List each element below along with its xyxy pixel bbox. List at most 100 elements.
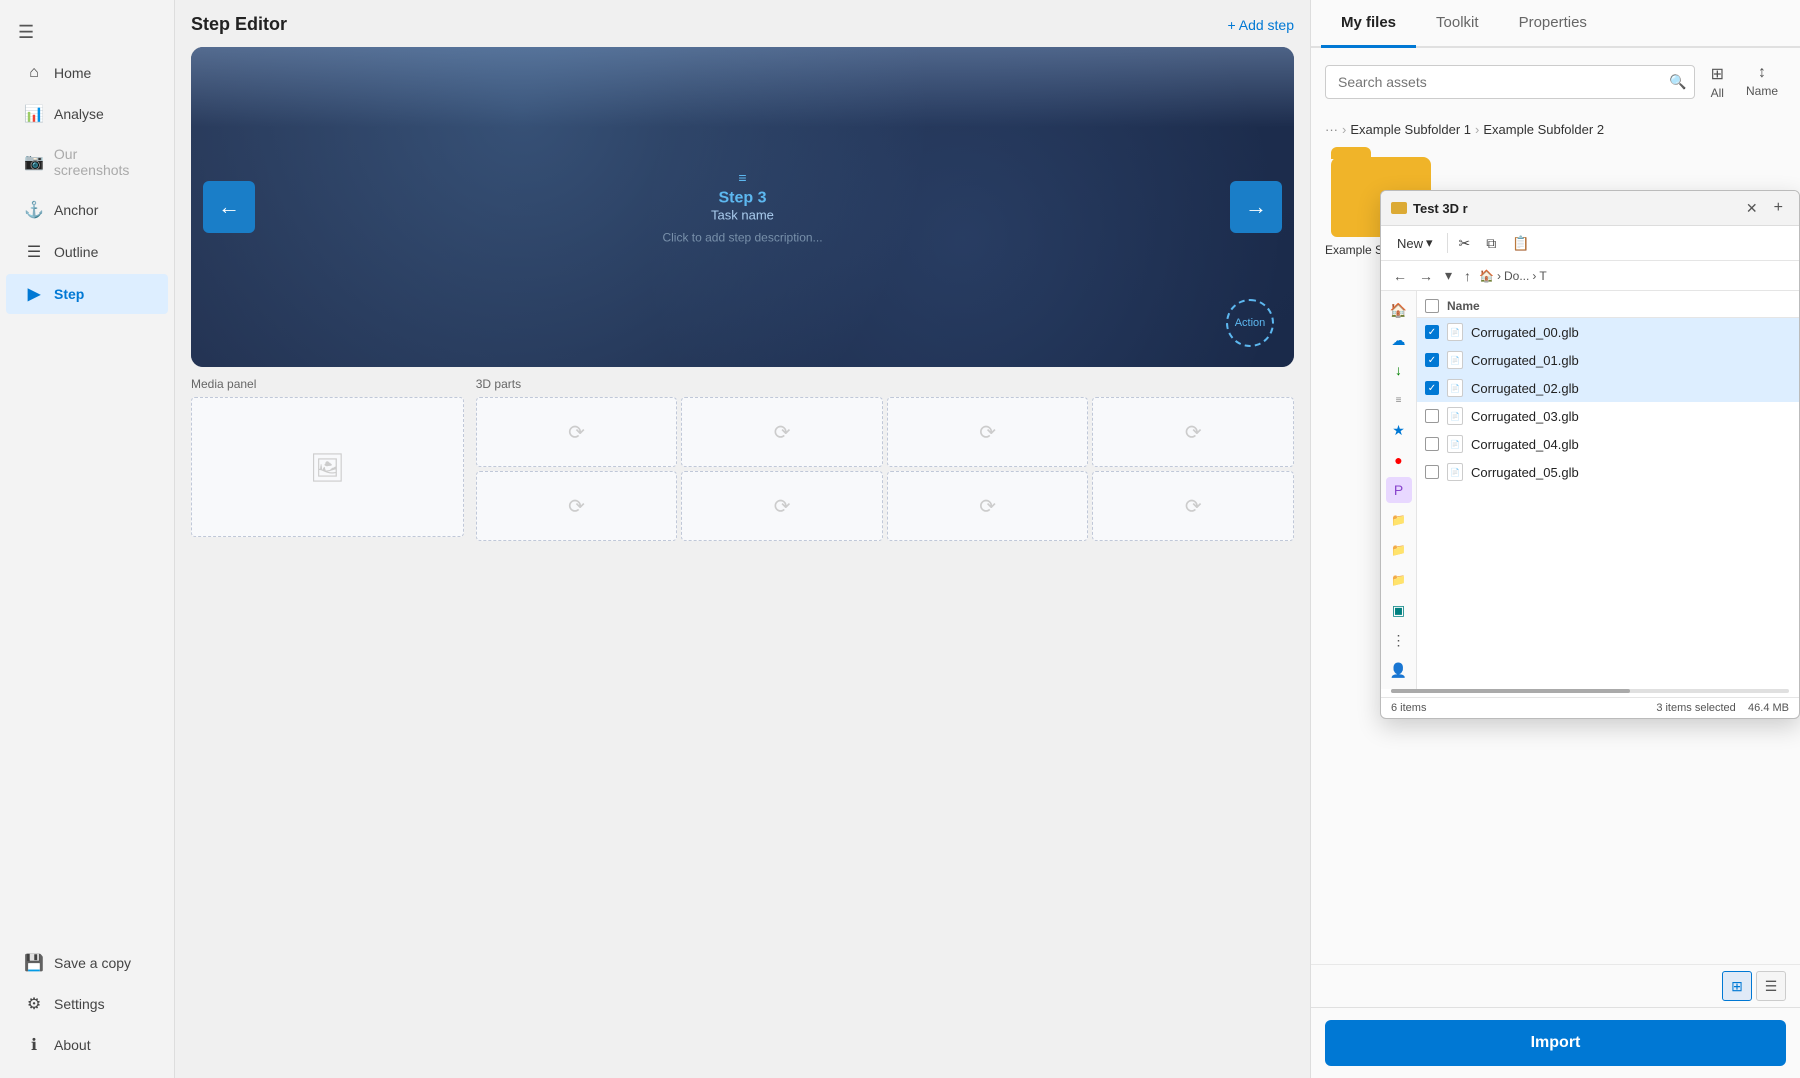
fe-file-checkbox-4[interactable] (1425, 437, 1439, 451)
sidebar-item-about[interactable]: ℹ About (6, 1025, 168, 1065)
fe-forward-button[interactable]: → (1415, 266, 1437, 286)
fe-paste-button[interactable]: 📋 (1507, 232, 1534, 255)
fe-path-part-0[interactable]: Do... (1504, 269, 1529, 283)
sidebar-item-outline[interactable]: ☰ Outline (6, 232, 168, 272)
fe-file-checkbox-2[interactable]: ✓ (1425, 381, 1439, 395)
sidebar-item-anchor[interactable]: ⚓ Anchor (6, 190, 168, 230)
sidebar-item-label: Outline (54, 244, 98, 260)
fe-sidebar-green-icon[interactable]: ↓ (1386, 357, 1412, 383)
parts-cell-7[interactable]: ⟳ (1092, 471, 1294, 541)
import-button[interactable]: Import (1325, 1020, 1786, 1066)
step-description[interactable]: Click to add step description... (662, 231, 822, 245)
fe-content: 🏠 ☁ ↓ ≡ ★ ● P 📁 📁 📁 ▣ ⋮ 👤 Name (1381, 291, 1799, 689)
fe-file-checkbox-0[interactable]: ✓ (1425, 325, 1439, 339)
next-step-button[interactable]: → (1230, 181, 1282, 233)
fe-cut-button[interactable]: ✂ (1454, 232, 1476, 255)
breadcrumb-item-1[interactable]: Example Subfolder 2 (1483, 122, 1604, 137)
fe-folder-icon (1391, 202, 1407, 214)
fe-dropdown-button[interactable]: ▾ (1441, 265, 1456, 286)
menu-icon[interactable]: ☰ (0, 12, 174, 53)
fe-name-col-header: Name (1447, 299, 1480, 313)
fe-file-row-0[interactable]: ✓ 📄 Corrugated_00.glb (1417, 318, 1799, 346)
fe-file-row-5[interactable]: 📄 Corrugated_05.glb (1417, 458, 1799, 486)
filter-all-button[interactable]: ⊞ All (1703, 60, 1732, 104)
sidebar-item-save-copy[interactable]: 💾 Save a copy (6, 943, 168, 983)
main-content: Step Editor + Add step ← → ≡ Step 3 (175, 0, 1310, 1078)
fe-sidebar-file-icon[interactable]: ≡ (1386, 387, 1412, 413)
fe-sidebar-yellow-folder-0[interactable]: 📁 (1386, 507, 1412, 533)
settings-icon: ⚙ (24, 994, 44, 1014)
fe-sidebar-cloud-icon[interactable]: ☁ (1386, 327, 1412, 353)
media-panel-label: Media panel (191, 377, 464, 391)
parts-cell-5[interactable]: ⟳ (681, 471, 883, 541)
breadcrumb-item-0[interactable]: Example Subfolder 1 (1350, 122, 1471, 137)
fe-scrollbar[interactable] (1391, 689, 1789, 693)
fe-select-all-checkbox[interactable] (1425, 299, 1439, 313)
analyse-icon: 📊 (24, 104, 44, 124)
parts-cell-3[interactable]: ⟳ (1092, 397, 1294, 467)
part-icon-5: ⟳ (774, 494, 791, 519)
tab-my-files[interactable]: My files (1321, 0, 1416, 48)
tab-toolkit-label: Toolkit (1436, 14, 1479, 31)
fe-sidebar-red-circle-icon[interactable]: ● (1386, 447, 1412, 473)
breadcrumb-dots[interactable]: ··· (1325, 122, 1338, 137)
tab-toolkit[interactable]: Toolkit (1416, 0, 1499, 48)
fe-add-tab-button[interactable]: + (1768, 197, 1789, 219)
fe-toolbar-sep-0 (1447, 233, 1448, 253)
media-cell-0[interactable]: 🖼 (191, 397, 464, 537)
search-input[interactable] (1325, 65, 1695, 99)
fe-sidebar-dots-icon[interactable]: ⋮ (1386, 627, 1412, 653)
grid-view-button[interactable]: ⊞ (1722, 971, 1752, 1001)
prev-step-button[interactable]: ← (203, 181, 255, 233)
fe-status-bar: 6 items 3 items selected 46.4 MB (1381, 697, 1799, 718)
parts-cell-4[interactable]: ⟳ (476, 471, 678, 541)
fe-nav-bar: ← → ▾ ↑ 🏠 › Do... › T (1381, 261, 1799, 291)
search-icon-button[interactable]: 🔍 (1669, 74, 1686, 91)
step-editor-header: Step Editor + Add step (191, 14, 1294, 35)
fe-sidebar-yellow-folder-2[interactable]: 📁 (1386, 567, 1412, 593)
fe-sidebar-star-icon[interactable]: ★ (1386, 417, 1412, 443)
fe-sidebar-home-icon[interactable]: 🏠 (1386, 297, 1412, 323)
search-input-wrap: 🔍 (1325, 65, 1695, 99)
fe-file-checkbox-3[interactable] (1425, 409, 1439, 423)
parts-panel-section: 3D parts ⟳ ⟳ ⟳ ⟳ ⟳ ⟳ ⟳ ⟳ (476, 377, 1294, 541)
fe-up-button[interactable]: ↑ (1460, 266, 1475, 286)
fe-file-row-3[interactable]: 📄 Corrugated_03.glb (1417, 402, 1799, 430)
fe-new-button[interactable]: New ▾ (1389, 231, 1441, 255)
fe-sidebar-purple-icon[interactable]: P (1386, 477, 1412, 503)
fe-sidebar-icons: 🏠 ☁ ↓ ≡ ★ ● P 📁 📁 📁 ▣ ⋮ 👤 (1381, 291, 1417, 689)
list-view-button[interactable]: ☰ (1756, 971, 1786, 1001)
fe-file-row-2[interactable]: ✓ 📄 Corrugated_02.glb (1417, 374, 1799, 402)
fe-sidebar-person-icon[interactable]: 👤 (1386, 657, 1412, 683)
right-panel-tabs: My files Toolkit Properties (1311, 0, 1800, 48)
fe-sidebar-teal-icon[interactable]: ▣ (1386, 597, 1412, 623)
sidebar-item-settings[interactable]: ⚙ Settings (6, 984, 168, 1024)
fe-file-row-4[interactable]: 📄 Corrugated_04.glb (1417, 430, 1799, 458)
fe-scrollbar-thumb (1391, 689, 1630, 693)
fe-file-checkbox-5[interactable] (1425, 465, 1439, 479)
fe-home-icon: 🏠 (1479, 269, 1494, 283)
parts-cell-1[interactable]: ⟳ (681, 397, 883, 467)
filter-name-button[interactable]: ↕ Name (1738, 60, 1786, 104)
fe-sidebar-yellow-folder-1[interactable]: 📁 (1386, 537, 1412, 563)
parts-cell-0[interactable]: ⟳ (476, 397, 678, 467)
add-step-button[interactable]: + Add step (1227, 17, 1294, 33)
action-button[interactable]: Action (1226, 299, 1274, 347)
fe-file-checkbox-1[interactable]: ✓ (1425, 353, 1439, 367)
fe-file-doc-icon-1: 📄 (1447, 351, 1463, 369)
fe-header-row: Name (1417, 295, 1799, 318)
step-task-name: Task name (662, 208, 822, 223)
sidebar-item-home[interactable]: ⌂ Home (6, 54, 168, 92)
parts-cell-6[interactable]: ⟳ (887, 471, 1089, 541)
fe-close-button[interactable]: ✕ (1742, 198, 1762, 219)
fe-file-row-1[interactable]: ✓ 📄 Corrugated_01.glb (1417, 346, 1799, 374)
tab-properties[interactable]: Properties (1499, 0, 1607, 48)
sidebar-item-analyse[interactable]: 📊 Analyse (6, 94, 168, 134)
sidebar-item-step[interactable]: ▶ Step (6, 274, 168, 314)
media-panel-section: Media panel 🖼 (191, 377, 464, 541)
fe-copy-button[interactable]: ⧉ (1481, 232, 1501, 255)
parts-cell-2[interactable]: ⟳ (887, 397, 1089, 467)
fe-path-part-1[interactable]: T (1539, 269, 1546, 283)
fe-back-button[interactable]: ← (1389, 266, 1411, 286)
part-icon-2: ⟳ (979, 420, 996, 445)
